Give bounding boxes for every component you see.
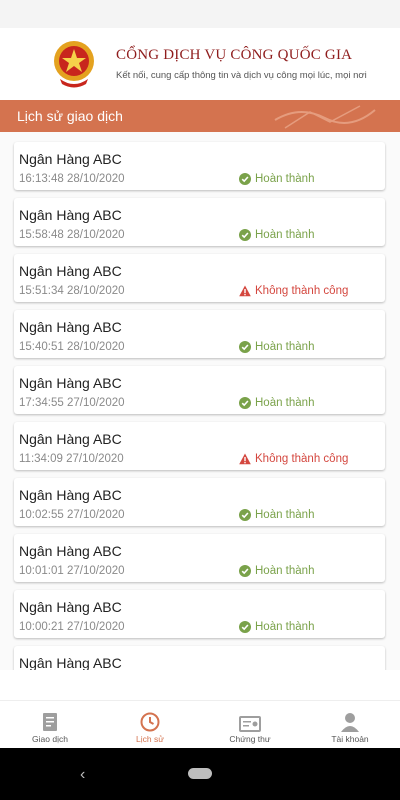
transaction-name: Ngân Hàng ABC [19,319,122,335]
user-icon [341,713,359,732]
history-icon [140,712,160,732]
transaction-status: Không thành công [239,453,348,465]
status-label: Không thành công [255,453,349,465]
transaction-time: 10:02:55 27/10/2020 [19,509,125,521]
check-circle-icon [239,341,251,353]
transaction-status: Hoàn thành [239,621,314,633]
check-circle-icon [239,173,251,185]
warning-icon [239,453,251,465]
check-circle-icon [239,509,251,521]
check-circle-icon [239,397,251,409]
transaction-name: Ngân Hàng ABC [19,599,122,615]
document-icon [43,713,57,731]
transaction-time: 16:13:48 28/10/2020 [19,173,125,185]
transaction-status: Hoàn thành [239,341,314,353]
certificate-icon [239,716,261,732]
transaction-name: Ngân Hàng ABC [19,151,122,167]
transaction-name: Ngân Hàng ABC [19,655,122,670]
transaction-time: 15:51:34 28/10/2020 [19,285,125,297]
nav-label: Lịch sử [136,734,164,744]
transaction-time: 10:00:21 27/10/2020 [19,621,125,633]
nav-item-tai-khoan[interactable]: Tài khoản [300,701,400,748]
transaction-status: Hoàn thành [239,397,314,409]
transaction-name: Ngân Hàng ABC [19,431,122,447]
check-circle-icon [239,621,251,633]
transaction-status: Không thành công [239,285,348,297]
transaction-item[interactable]: Ngân Hàng ABC 17:34:55 27/10/2020 Hoàn thà… [14,366,385,414]
status-label: Hoàn thành [255,397,315,409]
transaction-name: Ngân Hàng ABC [19,487,122,503]
nav-item-lich-su[interactable]: Lịch sử [100,701,200,748]
status-label: Hoàn thành [255,565,315,577]
transaction-time: 15:58:48 28/10/2020 [19,229,125,241]
transaction-time: 11:34:09 27/10/2020 [19,453,124,465]
transaction-item[interactable]: Ngân Hàng ABC 15:51:34 28/10/2020 Không th… [14,254,385,302]
nav-label: Giao dịch [32,734,68,744]
transaction-time: 15:40:51 28/10/2020 [19,341,125,353]
transaction-time: 10:01:01 27/10/2020 [19,565,125,577]
transaction-name: Ngân Hàng ABC [19,375,122,391]
status-label: Hoàn thành [255,509,315,521]
national-emblem-icon [52,39,96,89]
section-header: Lịch sử giao dịch [0,100,400,132]
transaction-name: Ngân Hàng ABC [19,543,122,559]
status-label: Hoàn thành [255,341,315,353]
transaction-status: Hoàn thành [239,565,314,577]
transaction-item[interactable]: Ngân Hàng ABC 16:13:48 28/10/2020 Hoàn thà… [14,142,385,190]
transaction-list[interactable]: Ngân Hàng ABC 16:13:48 28/10/2020 Hoàn thà… [0,132,400,670]
transaction-item[interactable]: Ngân Hàng ABC 15:40:51 28/10/2020 Hoàn thà… [14,310,385,358]
status-label: Hoàn thành [255,229,315,241]
check-circle-icon [239,565,251,577]
nav-item-giao-dich[interactable]: Giao dịch [0,701,100,748]
check-circle-icon [239,229,251,241]
transaction-name: Ngân Hàng ABC [19,207,122,223]
status-bar [0,0,400,28]
app-header: CỔNG DỊCH VỤ CÔNG QUỐC GIA Kết nối, cung… [0,28,400,100]
status-label: Hoàn thành [255,173,315,185]
transaction-item[interactable]: Ngân Hàng ABC 15:58:48 28/10/2020 Hoàn thà… [14,198,385,246]
warning-icon [239,285,251,297]
brand-title: CỔNG DỊCH VỤ CÔNG QUỐC GIA [116,47,353,63]
transaction-status: Hoàn thành [239,229,314,241]
brand-subtitle: Kết nối, cung cấp thông tin và dịch vụ c… [116,70,367,81]
transaction-item[interactable]: Ngân Hàng ABC 10:00:21 27/10/2020 Hoàn thà… [14,590,385,638]
nav-label: Chứng thư [229,734,271,744]
transaction-status: Hoàn thành [239,173,314,185]
system-navigation-bar: ‹ [0,748,400,800]
transaction-time: 17:34:55 27/10/2020 [19,397,125,409]
nav-item-chung-thu[interactable]: Chứng thư [200,701,300,748]
transaction-item[interactable]: Ngân Hàng ABC [14,646,385,670]
status-label: Hoàn thành [255,621,315,633]
home-pill-button[interactable] [188,768,212,779]
transaction-item[interactable]: Ngân Hàng ABC 10:01:01 27/10/2020 Hoàn thà… [14,534,385,582]
back-chevron-icon[interactable]: ‹ [80,766,85,784]
page-title: Lịch sử giao dịch [17,108,123,124]
transaction-status: Hoàn thành [239,509,314,521]
nav-label: Tài khoản [331,734,369,744]
bottom-navigation: Giao dịch Lịch sử Chứng thư Tài khoản [0,700,400,748]
status-label: Không thành công [255,285,349,297]
decorative-pattern-icon [274,105,376,129]
transaction-item[interactable]: Ngân Hàng ABC 10:02:55 27/10/2020 Hoàn thà… [14,478,385,526]
transaction-name: Ngân Hàng ABC [19,263,122,279]
transaction-item[interactable]: Ngân Hàng ABC 11:34:09 27/10/2020 Không th… [14,422,385,470]
